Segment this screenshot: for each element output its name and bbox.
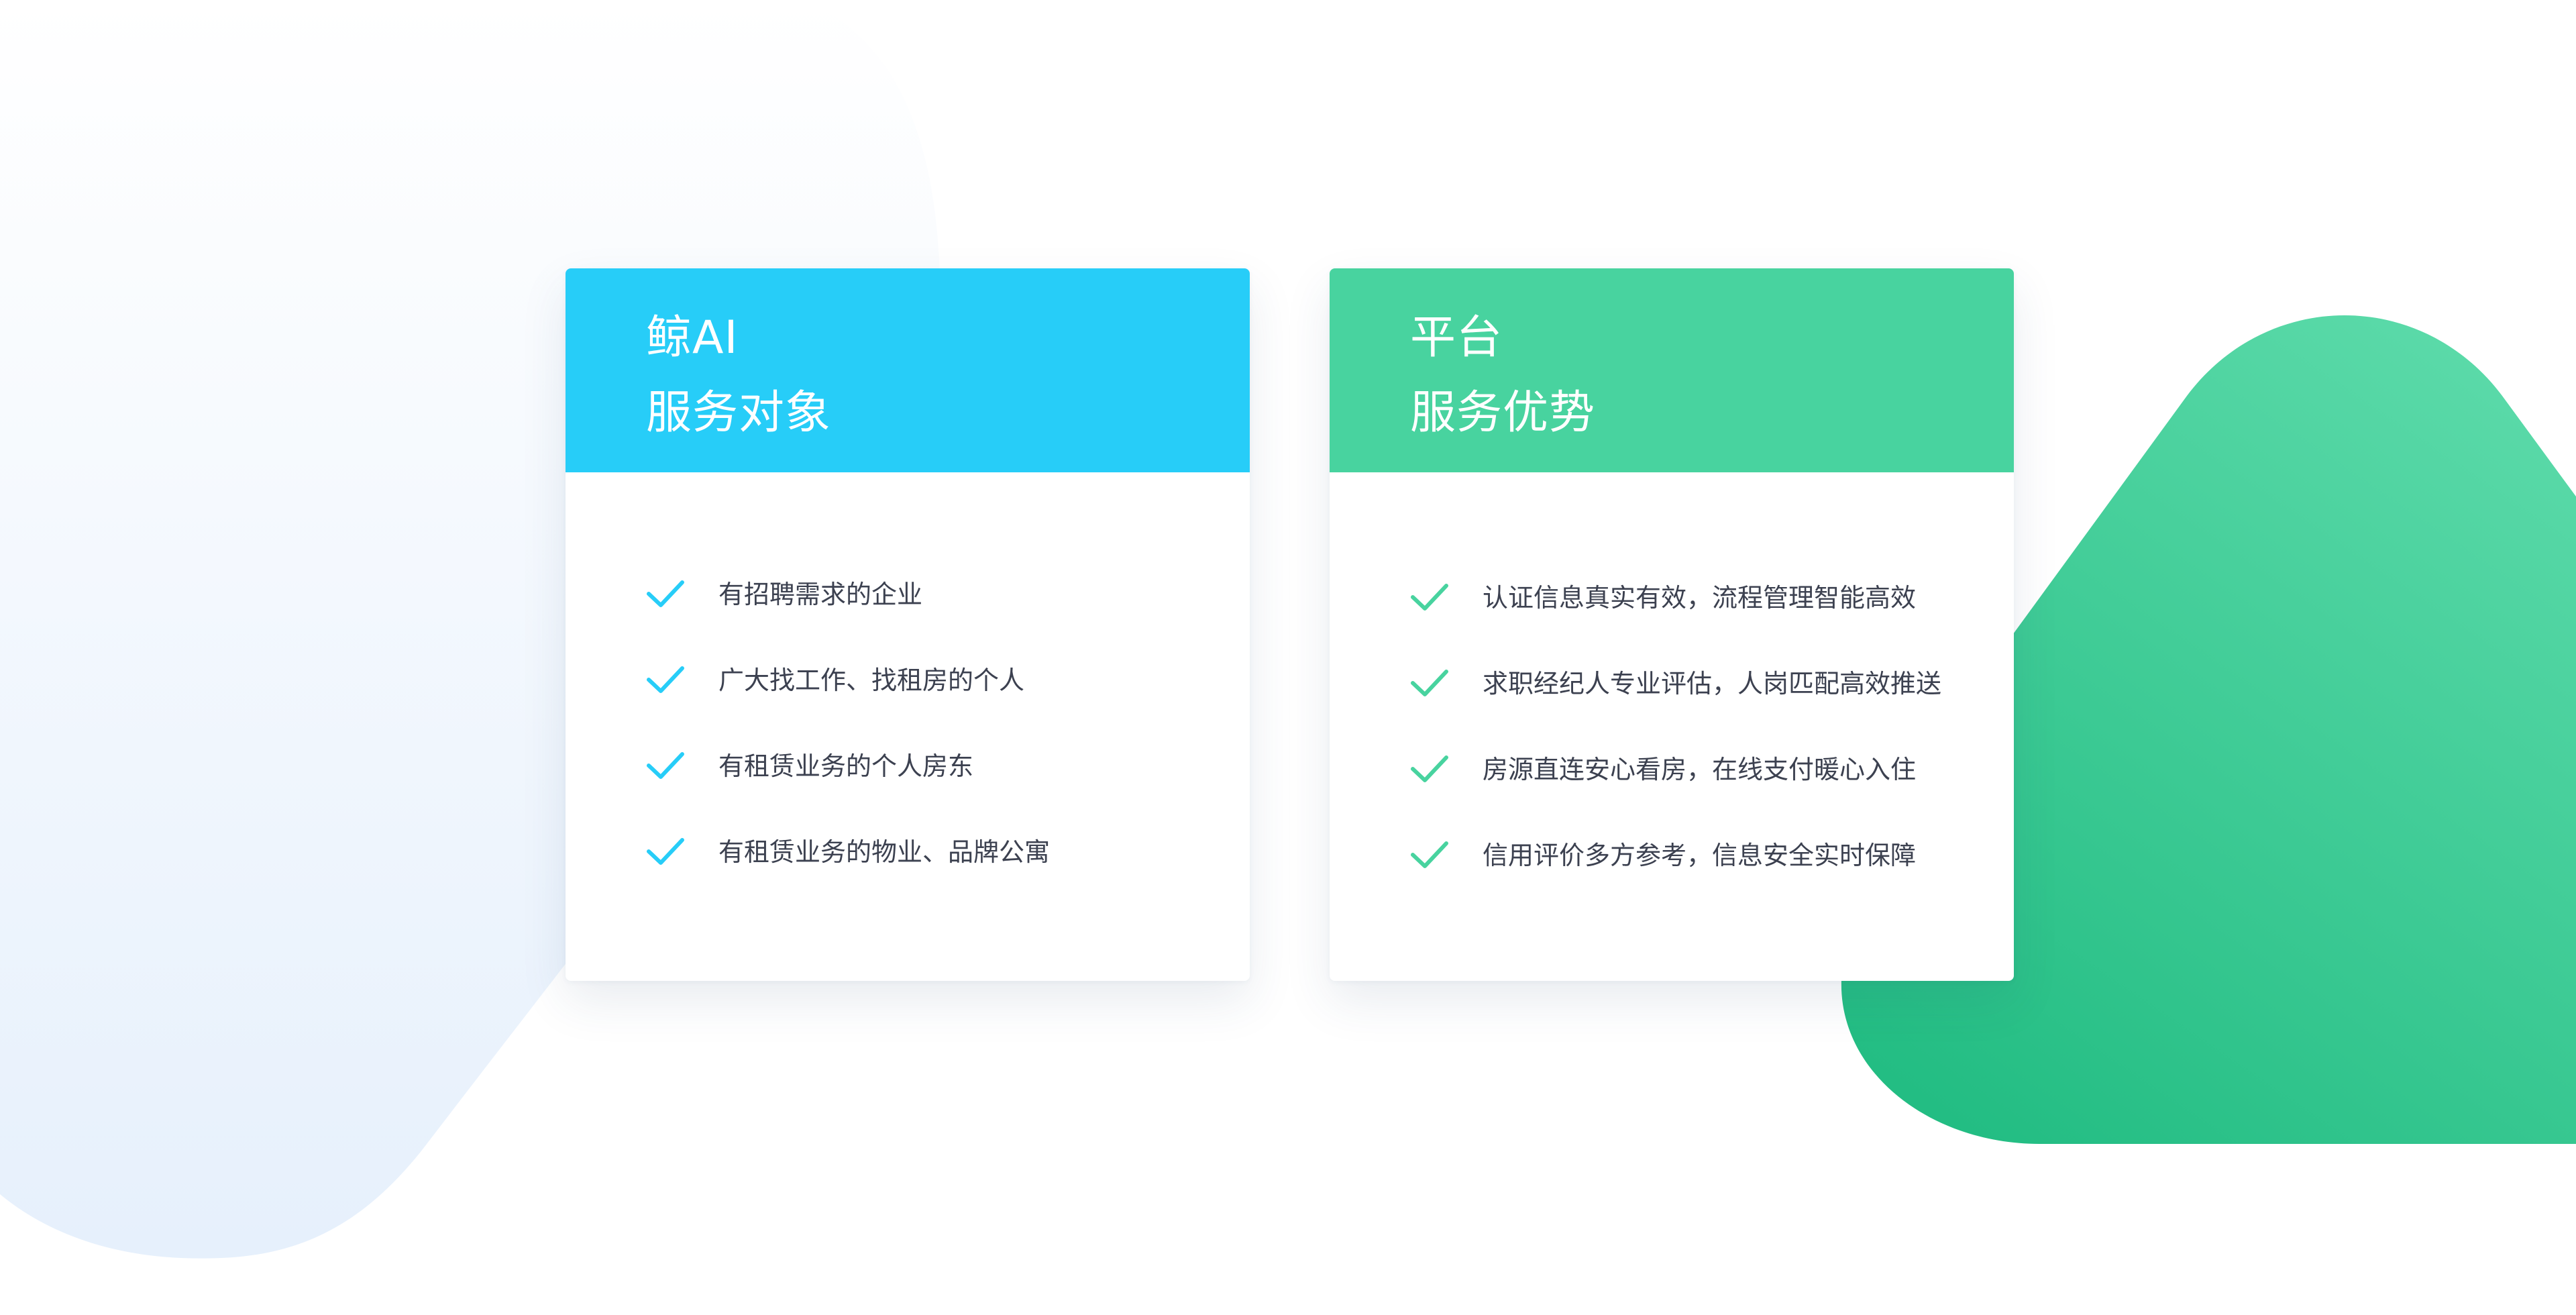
card-title-line2: 服务对象 [646,386,832,439]
check-icon [647,580,684,607]
check-icon [1411,755,1448,782]
list-item-text: 有租赁业务的物业、品牌公寓 [718,837,1051,867]
list-item-text: 认证信息真实有效，流程管理智能高效 [1483,583,1917,613]
check-icon [647,838,684,865]
list-item-text: 求职经纪人专业评估，人岗匹配高效推送 [1483,669,1942,698]
card-title-line1: 平台 [1410,311,1503,364]
list-item-text: 有租赁业务的个人房东 [718,751,974,781]
card-header: 鲸AI 服务对象 [566,268,1250,472]
list-item: 有租赁业务的物业、品牌公寓 [566,827,1250,880]
list-item-text: 广大找工作、找租房的个人 [718,666,1025,695]
list-item-text: 信用评价多方参考，信息安全实时保障 [1483,841,1917,870]
check-icon [1411,841,1448,868]
list-item-text: 有招聘需求的企业 [718,580,923,609]
check-icon [1411,584,1448,611]
list-item: 广大找工作、找租房的个人 [566,655,1250,708]
card-header: 平台 服务优势 [1330,268,2014,472]
list-item: 房源直连安心看房，在线支付暖心入住 [1330,744,2014,798]
check-icon [647,752,684,779]
card-title-line2: 服务优势 [1410,386,1596,439]
list-item: 有租赁业务的个人房东 [566,741,1250,794]
check-icon [1411,670,1448,696]
list-item: 认证信息真实有效，流程管理智能高效 [1330,572,2014,626]
list-item: 求职经纪人专业评估，人岗匹配高效推送 [1330,658,2014,712]
list-item: 信用评价多方参考，信息安全实时保障 [1330,830,2014,884]
check-icon [647,666,684,693]
list-item-text: 房源直连安心看房，在线支付暖心入住 [1483,755,1917,784]
background-decoration [0,0,2576,1259]
card-title-line1: 鲸AI [646,311,739,364]
list-item: 有招聘需求的企业 [566,569,1250,623]
